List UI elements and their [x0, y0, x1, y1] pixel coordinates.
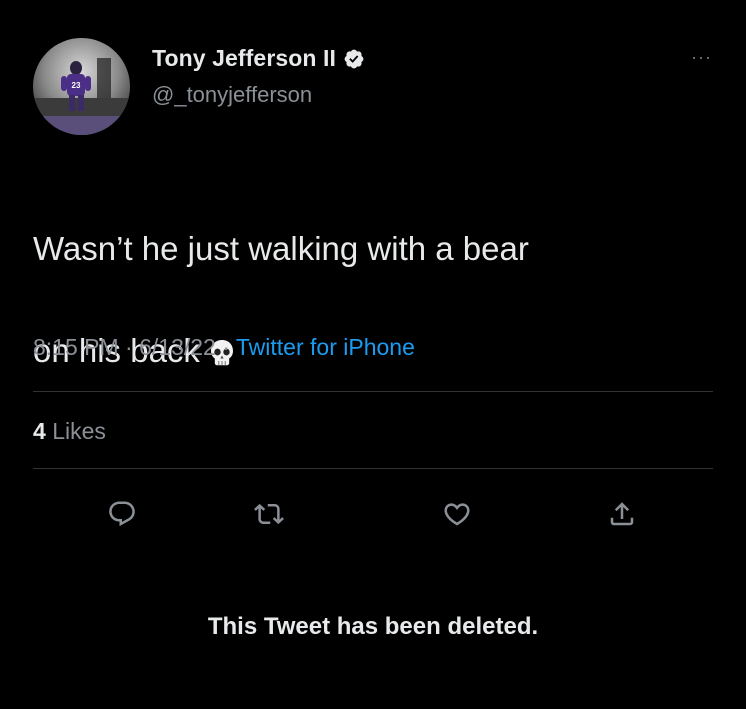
tweet-action-bar [0, 494, 746, 534]
author-handle[interactable]: @_tonyjefferson [152, 82, 312, 108]
likes-stat[interactable]: 4 Likes [33, 418, 106, 445]
author-display-name[interactable]: Tony Jefferson II [152, 45, 336, 72]
share-button[interactable] [602, 494, 642, 534]
avatar[interactable]: 23 [33, 38, 130, 135]
tweet-meta: 8:15 PM · 6/13/22 · Twitter for iPhone [33, 334, 415, 361]
tweet-source-link[interactable]: Twitter for iPhone [236, 334, 415, 360]
heart-icon [444, 503, 470, 526]
tweet-time[interactable]: 8:15 PM [33, 334, 119, 360]
jersey-number: 23 [72, 81, 81, 90]
reply-button[interactable] [102, 494, 142, 534]
more-options-icon[interactable]: ··· [691, 48, 712, 66]
retweet-button[interactable] [249, 494, 289, 534]
meta-separator: · [118, 334, 140, 360]
author-name-row[interactable]: Tony Jefferson II [152, 45, 365, 72]
divider [33, 468, 713, 469]
verified-badge-icon [344, 49, 364, 68]
tweet-text-line-1: Wasn’t he just walking with a bear [33, 230, 529, 267]
meta-separator: · [215, 334, 236, 360]
share-icon [610, 502, 634, 526]
deleted-notice: This Tweet has been deleted. [207, 613, 539, 640]
avatar-photo: 23 [33, 38, 130, 135]
reply-icon [109, 501, 135, 527]
likes-label: Likes [52, 418, 106, 444]
like-button[interactable] [437, 494, 477, 534]
likes-count: 4 [33, 418, 46, 444]
tweet-date[interactable]: 6/13/22 [139, 334, 216, 360]
retweet-icon [254, 503, 284, 525]
divider [33, 391, 713, 392]
